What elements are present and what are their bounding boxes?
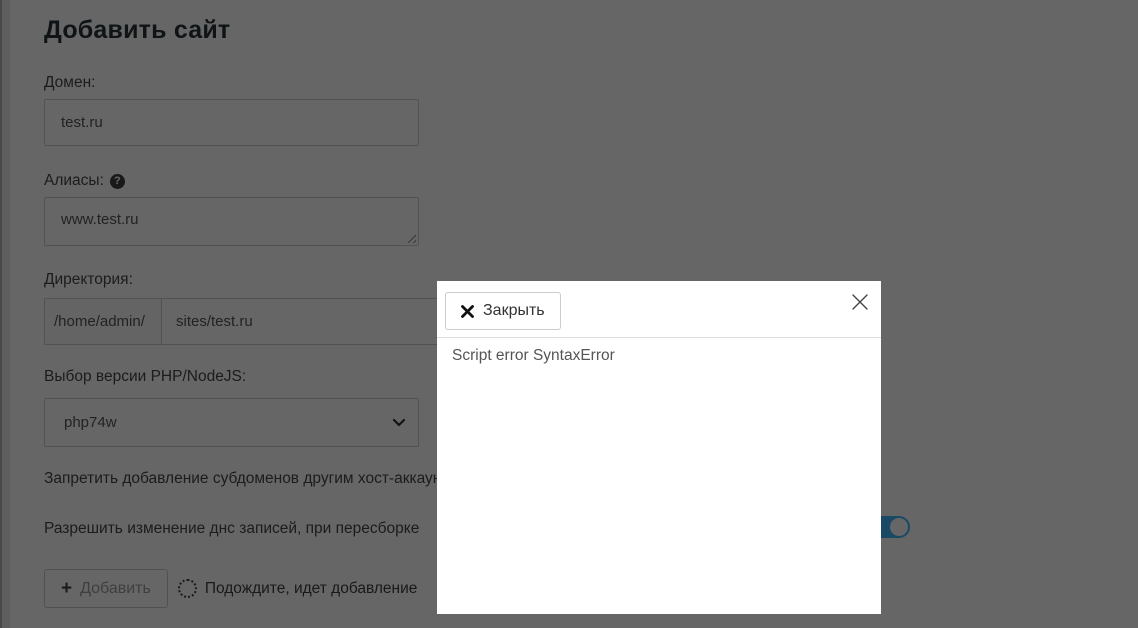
heavy-x-icon xyxy=(461,304,474,318)
modal-body-text: Script error SyntaxError xyxy=(452,347,615,364)
close-x-icon[interactable] xyxy=(851,293,869,311)
modal-close-button[interactable]: Закрыть xyxy=(445,292,561,330)
error-modal: Закрыть Script error SyntaxError xyxy=(437,281,881,614)
modal-header: Закрыть xyxy=(437,281,881,338)
modal-close-button-label: Закрыть xyxy=(483,302,545,319)
